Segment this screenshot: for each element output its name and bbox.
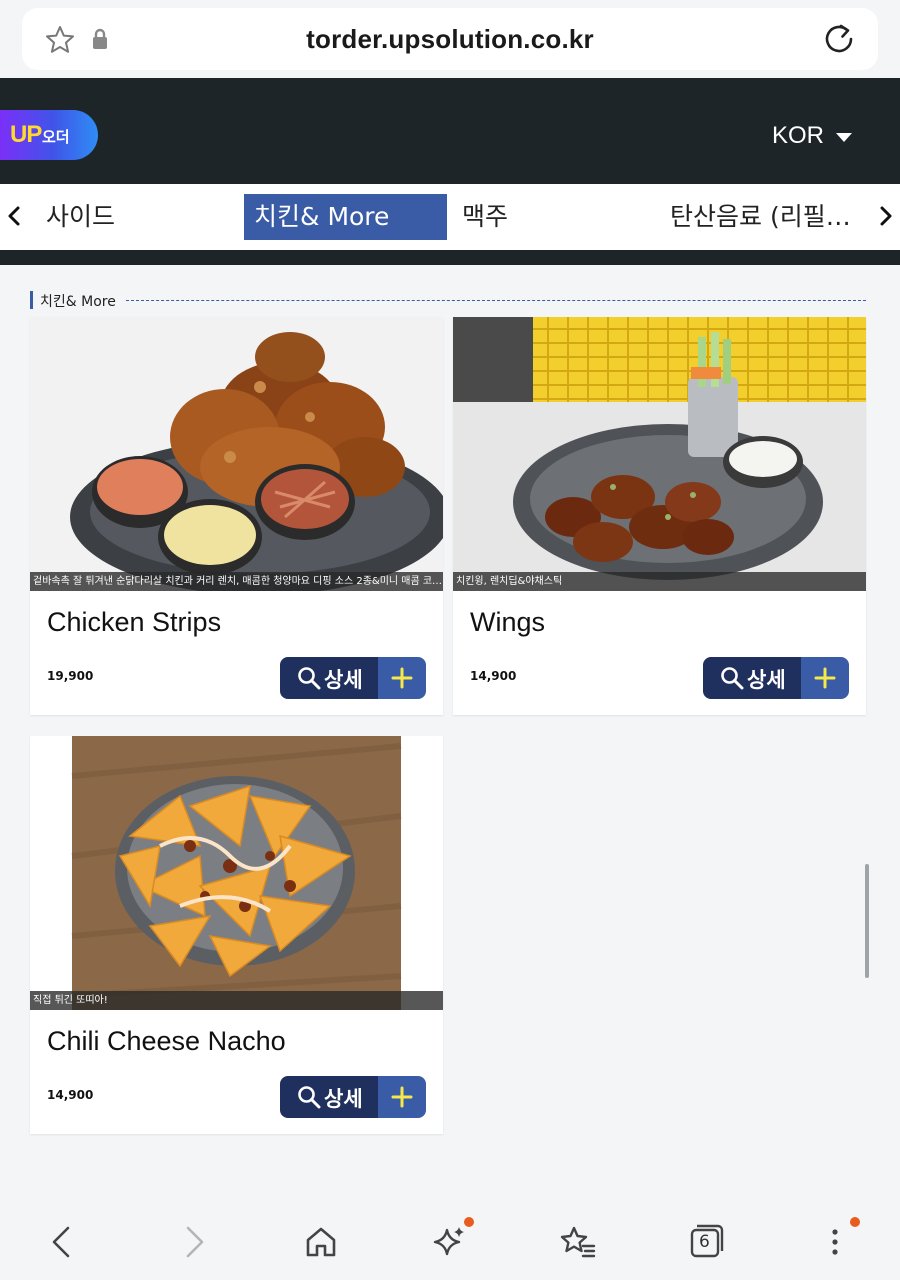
category-tab-soda[interactable]: 탄산음료 (리필… — [670, 194, 856, 240]
plus-icon — [391, 1086, 413, 1108]
chicken-strips-photo[interactable] — [30, 317, 443, 591]
plus-icon — [814, 667, 836, 689]
url-text[interactable]: torder.upsolution.co.kr — [22, 24, 878, 55]
menu-price: 19,900 — [47, 669, 94, 683]
logo-up-text: UP — [10, 121, 42, 148]
wings-photo[interactable] — [453, 317, 866, 591]
plus-icon — [391, 667, 413, 689]
add-to-cart-button[interactable] — [378, 657, 426, 699]
reload-icon[interactable] — [822, 22, 856, 56]
menu-description: 치킨윙, 렌치딥&야채스틱 — [453, 572, 866, 591]
detail-button[interactable]: 상세 — [703, 657, 801, 699]
bookmarks-icon[interactable] — [558, 1222, 598, 1262]
menu-card-wings[interactable]: 치킨윙, 렌치딥&야채스틱 Wings 14,900 상세 — [453, 317, 866, 715]
sparkle-icon[interactable] — [430, 1222, 470, 1262]
scrollbar[interactable] — [865, 864, 869, 978]
sparkle-badge — [464, 1217, 474, 1227]
category-bar: 사이드 치킨& More 맥주 탄산음료 (리필… — [0, 184, 900, 250]
address-bar[interactable]: torder.upsolution.co.kr — [22, 8, 878, 70]
section-title: 치킨& More — [30, 290, 866, 311]
chili-cheese-nacho-photo[interactable] — [30, 736, 443, 1010]
section-title-bar — [30, 291, 33, 309]
more-icon[interactable] — [815, 1222, 855, 1262]
detail-button-label: 상세 — [324, 1087, 363, 1111]
category-divider — [0, 250, 900, 265]
menu-price: 14,900 — [47, 1088, 94, 1102]
add-to-cart-button[interactable] — [378, 1076, 426, 1118]
menu-description: 겉바속촉 잘 튀겨낸 순닭다리살 치킨과 커리 렌치, 매콤한 청양마요 디핑 … — [30, 572, 443, 591]
browser-toolbar: torder.upsolution.co.kr — [0, 0, 900, 78]
section-title-text: 치킨& More — [40, 291, 122, 311]
up-order-logo[interactable]: UP 오더 — [0, 110, 98, 160]
menu-card-chili-cheese-nacho[interactable]: 직접 튀긴 또띠아! Chili Cheese Nacho 14,900 상세 — [30, 736, 443, 1134]
tab-count: 6 — [699, 1232, 710, 1252]
search-icon — [298, 667, 321, 690]
menu-description: 직접 튀긴 또띠아! — [30, 991, 443, 1010]
logo-order-text: 오더 — [42, 128, 70, 146]
category-tab-beer[interactable]: 맥주 — [462, 194, 508, 240]
menu-price: 14,900 — [470, 669, 517, 683]
menu-name[interactable]: Chicken Strips — [47, 607, 221, 638]
category-tab-chicken[interactable]: 치킨& More — [244, 194, 447, 240]
add-to-cart-button[interactable] — [801, 657, 849, 699]
app-header: UP 오더 KOR — [0, 78, 900, 184]
section-title-rule — [126, 300, 866, 301]
category-tab-side[interactable]: 사이드 — [46, 194, 115, 240]
search-icon — [721, 667, 744, 690]
language-label: KOR — [771, 122, 824, 149]
chevron-left-icon[interactable] — [2, 198, 26, 234]
detail-button-label: 상세 — [747, 668, 786, 692]
back-icon[interactable] — [42, 1222, 82, 1262]
language-selector[interactable]: KOR — [772, 122, 824, 150]
home-icon[interactable] — [301, 1222, 341, 1262]
chevron-right-icon[interactable] — [874, 198, 898, 234]
menu-name[interactable]: Chili Cheese Nacho — [47, 1026, 286, 1057]
browser-bottom-nav: 6 — [0, 1200, 900, 1280]
detail-button[interactable]: 상세 — [280, 1076, 378, 1118]
detail-button-label: 상세 — [324, 668, 363, 692]
search-icon — [298, 1086, 321, 1109]
forward-icon[interactable] — [174, 1222, 214, 1262]
menu-card-chicken-strips[interactable]: 겉바속촉 잘 튀겨낸 순닭다리살 치킨과 커리 렌치, 매콤한 청양마요 디핑 … — [30, 317, 443, 715]
detail-button[interactable]: 상세 — [280, 657, 378, 699]
menu-name[interactable]: Wings — [470, 607, 545, 638]
caret-down-icon[interactable] — [836, 133, 852, 142]
tabs-button[interactable]: 6 — [686, 1222, 726, 1262]
more-badge — [850, 1217, 860, 1227]
